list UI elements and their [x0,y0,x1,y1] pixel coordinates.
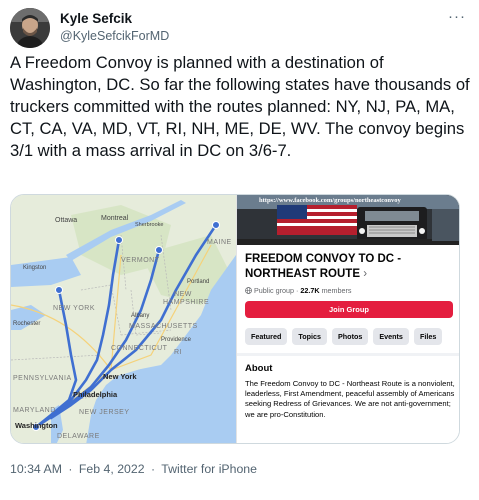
group-title[interactable]: FREEDOM CONVOY TO DC - NORTHEAST ROUTE › [245,252,457,282]
map-label-new-hampshire: NEW HAMPSHIRE [163,291,210,306]
tweet-text: A Freedom Convoy is planned with a desti… [10,53,470,160]
tweet-date: Feb 4, 2022 [78,462,145,476]
meta-dot: · [295,286,299,295]
avatar-photo [10,8,50,48]
tweet-time: 10:34 AM [10,462,62,476]
facebook-group-card[interactable]: https://www.facebook.com/groups/northeas… [236,195,459,443]
group-title-text: FREEDOM CONVOY TO DC - NORTHEAST ROUTE [245,253,402,280]
tab-featured[interactable]: Featured [245,328,288,345]
map-label-new-jersey: NEW JERSEY [79,409,130,416]
map-label-maine: MAINE [207,239,232,246]
map-label-portland: Portland [187,279,210,285]
group-meta: Public group · 22.7K members [245,286,352,295]
cover-url-text: https://www.facebook.com/groups/northeas… [259,197,401,204]
group-tabs: Featured Topics Photos Events Files [245,328,459,346]
about-text: The Freedom Convoy to DC - Northeast Rou… [245,379,455,419]
map-label-new-york-city: New York [103,372,137,381]
map-label-new-york-state: NEW YORK [53,305,95,312]
tweet-header: Kyle Sefcik @KyleSefcikForMD ··· [10,8,470,48]
map-label-rochester: Rochester [13,321,41,327]
tab-events[interactable]: Events [373,328,409,345]
separator-dot: · [68,462,73,476]
members-count: 22.7K [300,286,320,295]
map-label-massachusetts: MASSACHUSETTS [129,323,198,330]
tweet-source[interactable]: Twitter for iPhone [161,462,257,476]
tab-photos[interactable]: Photos [332,328,369,345]
author-name[interactable]: Kyle Sefcik [60,11,169,27]
separator-dot-2: · [150,462,156,476]
tab-files[interactable]: Files [413,328,443,345]
map-label-washington: Washington [15,421,58,430]
about-heading: About [245,363,273,374]
author-block: Kyle Sefcik @KyleSefcikForMD [60,11,169,45]
map-label-ri: RI [174,349,182,356]
tab-topics[interactable]: Topics [292,328,327,345]
map-label-providence: Providence [161,337,192,343]
map-label-philadelphia: Philadelphia [73,390,118,399]
tweet-media[interactable]: Ottawa Montreal Sherbrooke Kingston VERM… [10,194,460,444]
privacy-label: Public group [254,286,294,295]
members-label: members [321,286,352,295]
map-label-pennsylvania: PENNSYLVANIA [13,375,72,382]
map-label-connecticut: CONNECTICUT [111,345,168,352]
map-label-ottawa: Ottawa [55,217,78,224]
map-label-albany: Albany [131,313,150,319]
group-cover-photo: https://www.facebook.com/groups/northeas… [237,195,459,245]
map-label-montreal: Montreal [101,215,129,222]
map-label-kingston: Kingston [23,265,47,271]
avatar[interactable] [10,8,50,48]
map-label-sherbrooke: Sherbrooke [135,222,164,228]
author-handle[interactable]: @KyleSefcikForMD [60,27,169,45]
more-dots-icon[interactable]: ··· [448,8,466,25]
map-label-maryland: MARYLAND [13,407,56,414]
chevron-right-icon: › [363,268,368,280]
route-map[interactable]: Ottawa Montreal Sherbrooke Kingston VERM… [11,195,236,443]
section-divider [237,353,459,356]
join-group-button[interactable]: Join Group [245,301,453,318]
map-label-vermont: VERMONT [121,257,160,264]
tweet-timestamp[interactable]: 10:34 AM · Feb 4, 2022 · Twitter for iPh… [10,462,257,476]
map-label-delaware: DELAWARE [57,433,100,440]
globe-icon [245,287,252,294]
